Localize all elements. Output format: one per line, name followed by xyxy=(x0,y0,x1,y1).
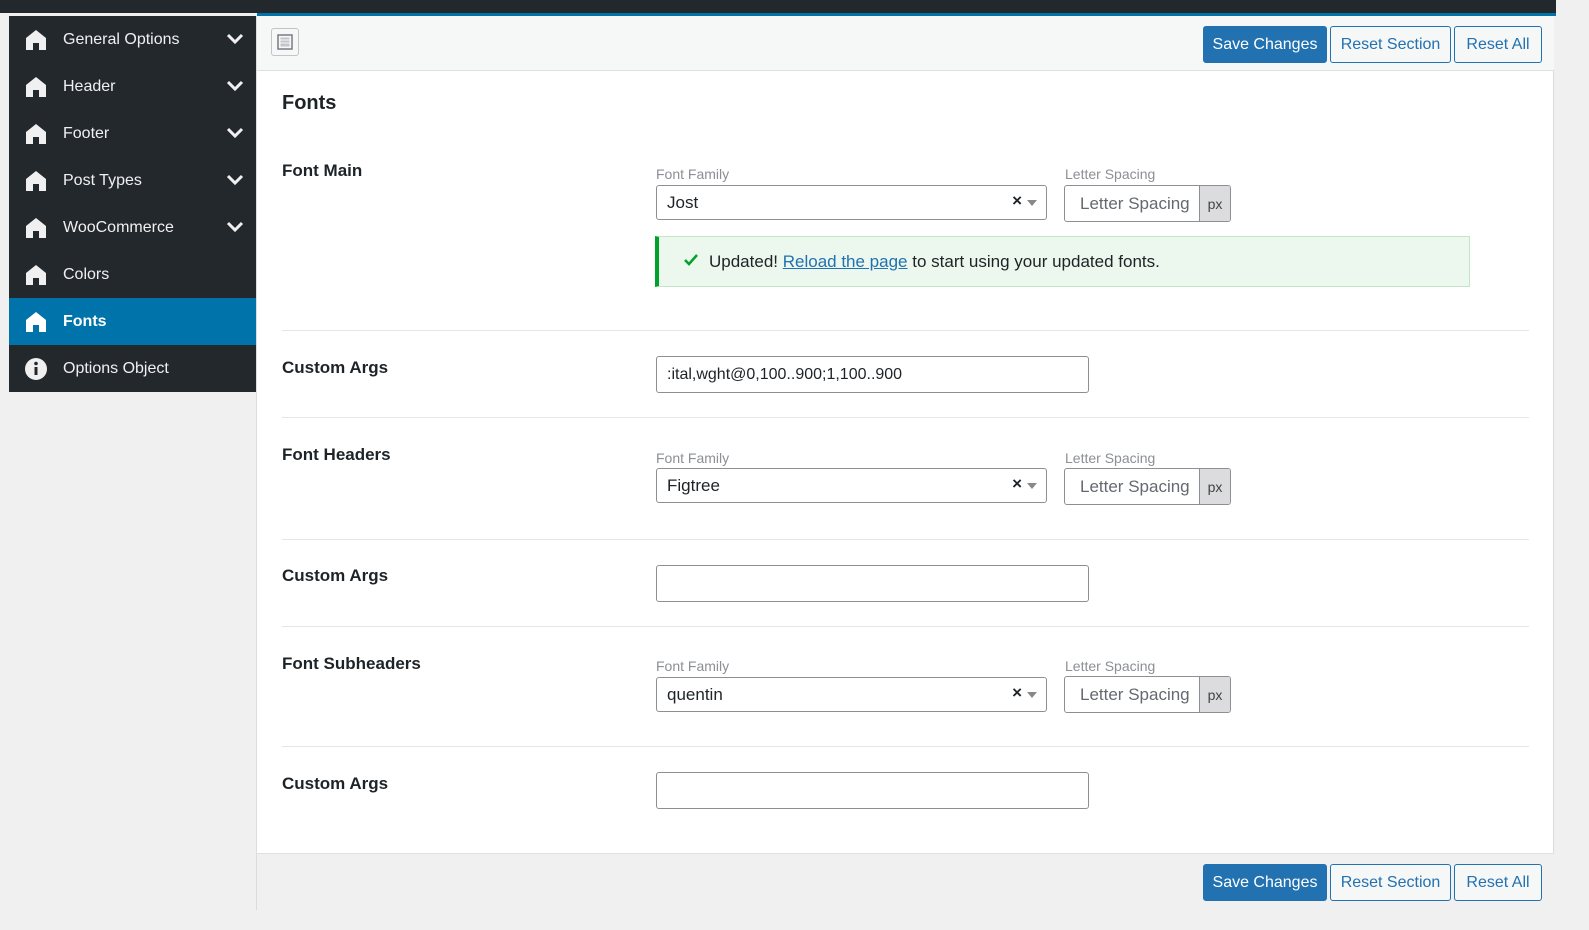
sidebar-item-woocommerce[interactable]: WooCommerce xyxy=(9,204,256,251)
reset-all-button[interactable]: Reset All xyxy=(1454,26,1542,63)
divider xyxy=(282,626,1529,627)
sidebar-item-label: Options Object xyxy=(63,359,169,377)
expand-icon xyxy=(277,34,293,50)
options-panel: Save Changes Reset Section Reset All Fon… xyxy=(257,16,1554,910)
select-value: Jost xyxy=(667,193,699,212)
expand-options-button[interactable] xyxy=(271,28,299,56)
sidebar-item-options-object[interactable]: Options Object xyxy=(9,345,256,392)
sidebar-item-label: Colors xyxy=(63,265,110,283)
divider xyxy=(282,417,1529,418)
sidebar-item-label: Footer xyxy=(63,124,110,142)
check-icon xyxy=(683,252,699,273)
font-family-label: Font Family xyxy=(656,450,730,466)
notice-suffix: to start using your updated fonts. xyxy=(912,252,1160,271)
custom-args-label: Custom Args xyxy=(282,566,389,585)
custom-args-input[interactable] xyxy=(656,356,1089,393)
sidebar-item-header[interactable]: Header xyxy=(9,63,256,110)
top-toolbar: Save Changes Reset Section Reset All xyxy=(257,16,1554,71)
custom-args-label: Custom Args xyxy=(282,774,389,793)
home-icon xyxy=(24,310,48,334)
letter-spacing-label: Letter Spacing xyxy=(1065,450,1156,466)
sidebar-item-post-types[interactable]: Post Types xyxy=(9,157,256,204)
font-main-family-select[interactable]: Jost × xyxy=(656,185,1047,220)
letter-spacing-label: Letter Spacing xyxy=(1065,166,1156,182)
updated-notice: Updated! Reload the page to start using … xyxy=(655,236,1470,287)
home-icon xyxy=(24,263,48,287)
divider xyxy=(282,330,1529,331)
sidebar-item-label: Header xyxy=(63,77,116,95)
divider xyxy=(282,746,1529,747)
select-value: Figtree xyxy=(667,476,720,495)
chevron-down-icon[interactable] xyxy=(226,124,244,142)
font-subheaders-label: Font Subheaders xyxy=(282,654,421,673)
unit-addon: px xyxy=(1199,677,1230,712)
chevron-down-icon[interactable] xyxy=(226,30,244,48)
unit-addon: px xyxy=(1199,469,1230,504)
sidebar-item-label: Post Types xyxy=(63,171,142,189)
save-changes-button[interactable]: Save Changes xyxy=(1203,864,1327,901)
font-subheaders-family-select[interactable]: quentin × xyxy=(656,677,1047,712)
clear-icon[interactable]: × xyxy=(1012,474,1022,494)
font-headers-letter-spacing-input[interactable]: Letter Spacing px xyxy=(1064,468,1231,505)
font-family-label: Font Family xyxy=(656,658,730,674)
reset-section-button[interactable]: Reset Section xyxy=(1330,864,1451,901)
sidebar-item-label: General Options xyxy=(63,30,180,48)
clear-icon[interactable]: × xyxy=(1012,683,1022,703)
sidebar-item-colors[interactable]: Colors xyxy=(9,251,256,298)
home-icon xyxy=(24,216,48,240)
font-main-label: Font Main xyxy=(282,161,363,180)
bottom-toolbar: Save Changes Reset Section Reset All xyxy=(257,853,1554,910)
font-headers-family-select[interactable]: Figtree × xyxy=(656,468,1047,503)
letter-spacing-placeholder: Letter Spacing xyxy=(1080,685,1190,704)
letter-spacing-placeholder: Letter Spacing xyxy=(1080,194,1190,213)
letter-spacing-placeholder: Letter Spacing xyxy=(1080,477,1190,496)
chevron-down-icon[interactable] xyxy=(226,171,244,189)
sidebar-item-general-options[interactable]: General Options xyxy=(9,16,256,63)
sidebar-menu: General Options Header Footer Post Types… xyxy=(9,16,256,392)
options-sidebar: General Options Header Footer Post Types… xyxy=(9,16,257,910)
custom-args-input[interactable] xyxy=(656,565,1089,602)
chevron-down-icon[interactable] xyxy=(226,77,244,95)
chevron-down-icon[interactable] xyxy=(226,218,244,236)
section-title: Fonts xyxy=(282,92,337,114)
dropdown-arrow-icon[interactable] xyxy=(1027,200,1037,206)
sidebar-item-fonts[interactable]: Fonts xyxy=(9,298,256,345)
info-icon xyxy=(24,357,48,381)
unit-addon: px xyxy=(1199,186,1230,221)
home-icon xyxy=(24,169,48,193)
save-changes-button[interactable]: Save Changes xyxy=(1203,26,1327,63)
font-headers-label: Font Headers xyxy=(282,445,391,464)
home-icon xyxy=(24,122,48,146)
left-edge xyxy=(0,13,9,930)
dropdown-arrow-icon[interactable] xyxy=(1027,483,1037,489)
home-icon xyxy=(24,75,48,99)
reload-page-link[interactable]: Reload the page xyxy=(783,252,908,271)
notice-text: Updated! Reload the page to start using … xyxy=(709,252,1160,272)
sidebar-item-footer[interactable]: Footer xyxy=(9,110,256,157)
home-icon xyxy=(24,28,48,52)
notice-prefix: Updated! xyxy=(709,252,778,271)
font-subheaders-letter-spacing-input[interactable]: Letter Spacing px xyxy=(1064,676,1231,713)
sidebar-item-label: Fonts xyxy=(63,312,107,330)
admin-top-bar xyxy=(0,0,1556,13)
divider xyxy=(282,539,1529,540)
sidebar-item-label: WooCommerce xyxy=(63,218,174,236)
reset-all-button[interactable]: Reset All xyxy=(1454,864,1542,901)
reset-section-button[interactable]: Reset Section xyxy=(1330,26,1451,63)
letter-spacing-label: Letter Spacing xyxy=(1065,658,1156,674)
clear-icon[interactable]: × xyxy=(1012,191,1022,211)
dropdown-arrow-icon[interactable] xyxy=(1027,692,1037,698)
font-family-label: Font Family xyxy=(656,166,730,182)
custom-args-input[interactable] xyxy=(656,772,1089,809)
custom-args-label: Custom Args xyxy=(282,358,389,377)
select-value: quentin xyxy=(667,685,723,704)
font-main-letter-spacing-input[interactable]: Letter Spacing px xyxy=(1064,185,1231,222)
